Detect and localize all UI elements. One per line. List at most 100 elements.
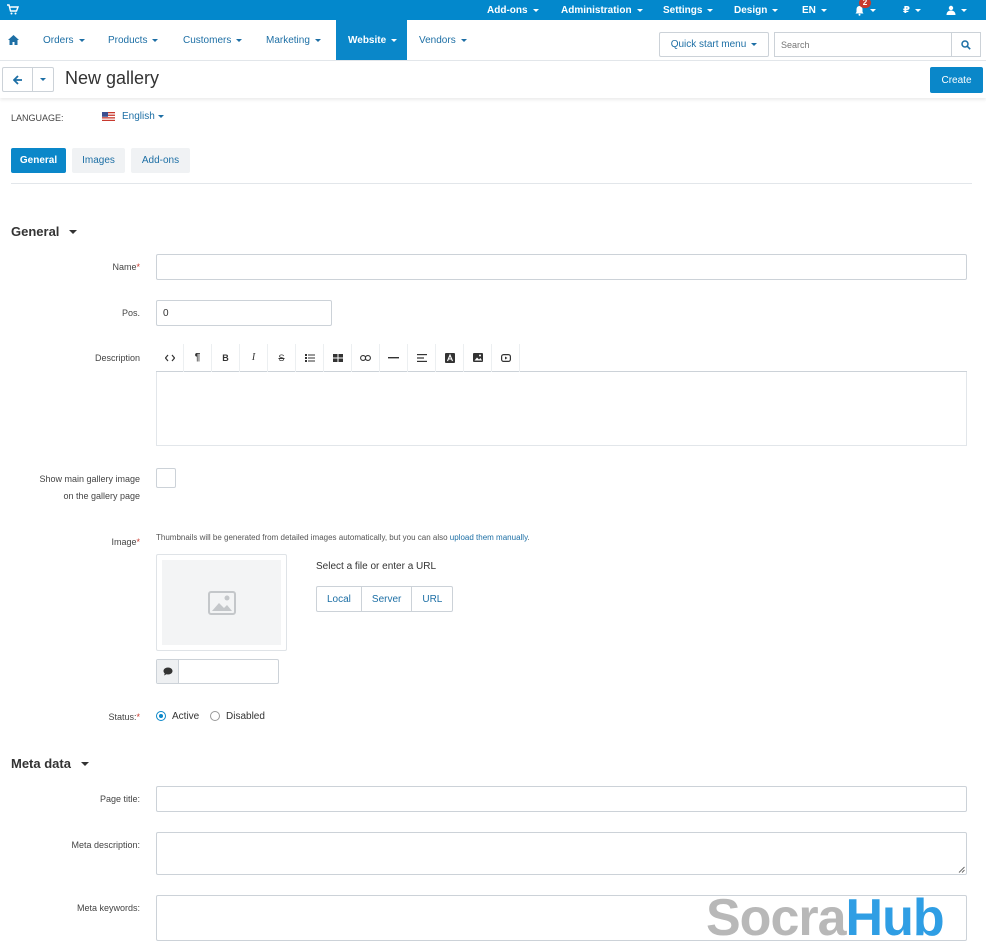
chevron-down-icon	[78, 38, 85, 42]
meta-section-toggle[interactable]: Meta data	[11, 756, 89, 771]
meta-keywords-label: Meta keywords:	[76, 903, 140, 913]
create-button[interactable]: Create	[930, 67, 983, 93]
language-selector[interactable]: English	[102, 111, 164, 122]
status-active-radio[interactable]	[156, 711, 166, 721]
nav-products-label: Products	[108, 34, 148, 46]
status-label: Status:*	[108, 712, 140, 722]
resize-handle-icon[interactable]	[958, 866, 965, 873]
nav-orders[interactable]: Orders	[43, 20, 85, 60]
upload-manually-link[interactable]: upload them manually	[450, 533, 528, 542]
image-hint-text: Thumbnails will be generated from detail…	[156, 533, 450, 542]
show-main-image-checkbox[interactable]	[156, 468, 176, 488]
chevron-down-icon	[532, 8, 539, 12]
menu-settings-label: Settings	[663, 4, 703, 16]
font-color-icon[interactable]	[436, 343, 464, 372]
page-title: New gallery	[65, 68, 160, 88]
nav-customers-label: Customers	[183, 34, 232, 46]
chevron-down-icon	[870, 8, 876, 12]
list-icon[interactable]	[296, 343, 324, 372]
tab-images[interactable]: Images	[72, 148, 125, 173]
chevron-down-icon	[40, 78, 46, 81]
menu-design-label: Design	[734, 4, 768, 16]
meta-description-label: Meta description:	[71, 840, 140, 850]
quick-start-label: Quick start menu	[670, 39, 747, 50]
menu-addons-label: Add-ons	[487, 4, 528, 16]
chevron-down-icon	[80, 761, 89, 766]
editor-toolbar: ¶ B I S	[156, 343, 967, 372]
tab-addons[interactable]: Add-ons	[131, 148, 190, 173]
name-label-text: Name	[112, 262, 137, 272]
nav-products[interactable]: Products	[108, 20, 159, 60]
chevron-down-icon	[772, 8, 779, 12]
socrahub-watermark: SocraHub	[706, 892, 945, 944]
menu-addons[interactable]: Add-ons	[487, 0, 539, 20]
language-value: English	[122, 111, 155, 122]
menu-administration[interactable]: Administration	[561, 0, 643, 20]
bold-icon[interactable]: B	[212, 343, 240, 372]
search-button[interactable]	[951, 32, 981, 57]
page-title-input[interactable]	[156, 786, 967, 812]
comment-icon	[157, 660, 179, 683]
nav-website[interactable]: Website	[336, 20, 407, 60]
show-main-image-label-line2: on the gallery page	[63, 491, 140, 501]
tab-general[interactable]: General	[11, 148, 66, 173]
back-button[interactable]	[2, 67, 33, 92]
us-flag-icon	[102, 112, 115, 121]
chevron-down-icon	[961, 8, 967, 12]
name-input[interactable]	[156, 254, 967, 280]
chevron-down-icon	[69, 229, 78, 234]
paragraph-icon[interactable]: ¶	[184, 343, 212, 372]
status-active-label: Active	[172, 711, 200, 722]
title-bar: New gallery Create	[0, 61, 986, 98]
nav-customers[interactable]: Customers	[183, 20, 243, 60]
search-icon	[961, 39, 971, 50]
image-hint-end: .	[527, 533, 530, 542]
notification-badge: 2	[859, 0, 871, 8]
home-link[interactable]	[8, 20, 19, 60]
menu-currency[interactable]: ₽	[903, 0, 921, 20]
table-icon[interactable]	[324, 343, 352, 372]
pos-input[interactable]: 0	[156, 300, 332, 326]
description-editor[interactable]	[156, 372, 967, 446]
quick-start-menu-button[interactable]: Quick start menu	[659, 32, 769, 57]
chevron-down-icon	[314, 38, 321, 42]
menu-user[interactable]	[946, 0, 967, 20]
menu-settings[interactable]: Settings	[663, 0, 714, 20]
code-view-icon[interactable]	[156, 343, 184, 372]
image-alt-field[interactable]	[156, 659, 279, 684]
chevron-down-icon	[460, 38, 467, 42]
italic-icon[interactable]: I	[240, 343, 268, 372]
align-icon[interactable]	[408, 343, 436, 372]
strikethrough-icon[interactable]: S	[268, 343, 296, 372]
chevron-down-icon	[391, 38, 398, 42]
nav-vendors[interactable]: Vendors	[419, 20, 467, 60]
video-icon[interactable]	[492, 343, 520, 372]
chevron-down-icon	[707, 8, 714, 12]
back-dropdown-button[interactable]	[33, 67, 54, 92]
cart-icon[interactable]	[7, 4, 19, 16]
source-server-button[interactable]: Server	[362, 587, 413, 611]
search-input[interactable]	[774, 32, 951, 57]
meta-heading: Meta data	[11, 756, 71, 771]
source-url-button[interactable]: URL	[412, 587, 452, 611]
horizontal-rule-icon[interactable]	[380, 343, 408, 372]
general-section-toggle[interactable]: General	[11, 224, 78, 239]
chevron-down-icon	[636, 8, 643, 12]
required-marker: *	[136, 537, 140, 547]
image-hint: Thumbnails will be generated from detail…	[156, 533, 530, 542]
status-disabled-radio[interactable]	[210, 711, 220, 721]
nav-marketing-label: Marketing	[266, 34, 310, 46]
image-icon[interactable]	[464, 343, 492, 372]
meta-description-textarea[interactable]	[156, 832, 967, 875]
menu-language[interactable]: EN	[802, 0, 827, 20]
source-local-button[interactable]: Local	[317, 587, 362, 611]
chevron-down-icon	[236, 38, 243, 42]
user-icon	[946, 5, 956, 15]
chevron-down-icon	[914, 8, 921, 12]
divider	[11, 183, 972, 184]
nav-marketing[interactable]: Marketing	[266, 20, 321, 60]
status-disabled-label: Disabled	[226, 711, 265, 722]
link-icon[interactable]	[352, 343, 380, 372]
chevron-down-icon	[820, 8, 827, 12]
menu-design[interactable]: Design	[734, 0, 779, 20]
